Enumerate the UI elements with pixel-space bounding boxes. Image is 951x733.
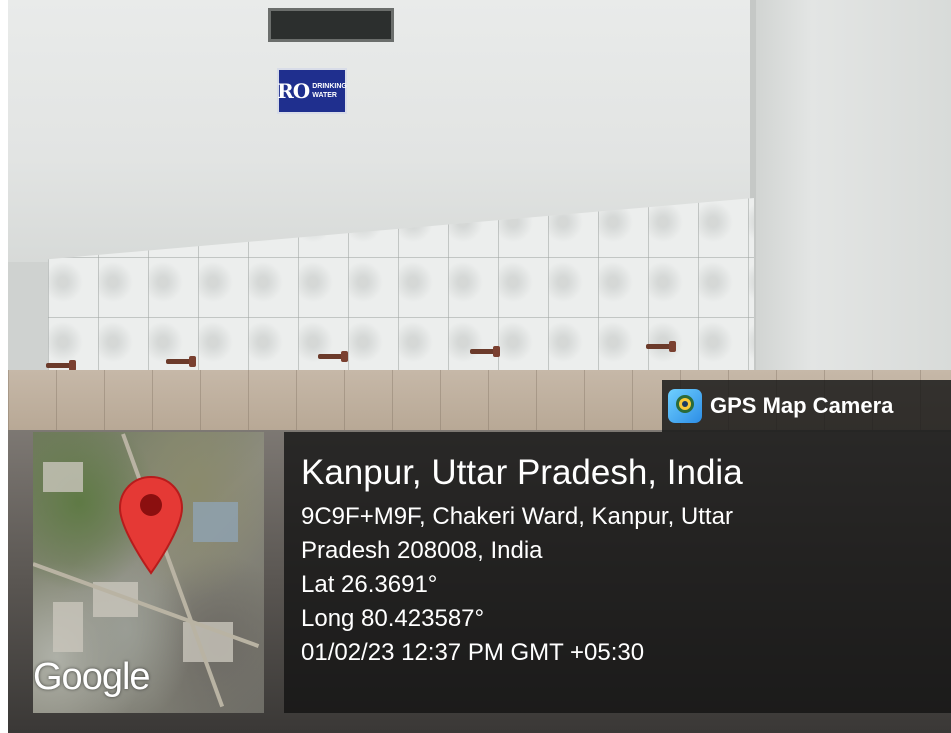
gps-map-camera-app-icon <box>668 389 702 423</box>
window-vent <box>268 8 394 42</box>
brand-label: GPS Map Camera <box>710 393 894 418</box>
sign-sub-text: DRINKING WATER <box>312 82 347 100</box>
sign-sub-line1: DRINKING <box>312 83 347 90</box>
water-tap <box>166 356 196 367</box>
ro-drinking-water-sign: RO DRINKING WATER <box>277 68 347 114</box>
location-title: Kanpur, Uttar Pradesh, India <box>301 453 743 492</box>
water-tap <box>470 346 500 357</box>
latitude-text: Lat 26.3691° <box>301 571 438 598</box>
sign-ro-text: RO <box>277 79 310 103</box>
location-info-panel: Kanpur, Uttar Pradesh, India 9C9F+M9F, C… <box>284 432 951 713</box>
map-building <box>43 462 83 492</box>
wall-shadow-left <box>8 262 50 382</box>
location-pin-icon <box>118 475 184 575</box>
longitude-text: Long 80.423587° <box>301 605 485 632</box>
timestamp-text: 01/02/23 12:37 PM GMT +05:30 <box>301 639 645 666</box>
address-line-2: Pradesh 208008, India <box>301 537 543 564</box>
map-building <box>193 502 238 542</box>
sign-sub-line2: WATER <box>312 92 337 99</box>
water-tap <box>46 360 76 371</box>
google-watermark: Google <box>33 656 151 698</box>
gps-map-camera-badge: GPS Map Camera <box>662 380 951 432</box>
photo-scene: RO DRINKING WATER GPS Map Camera Google … <box>0 0 951 733</box>
satellite-map-thumbnail: Google <box>33 432 264 713</box>
address-line-1: 9C9F+M9F, Chakeri Ward, Kanpur, Uttar <box>301 503 733 530</box>
map-building <box>53 602 83 652</box>
water-tap <box>318 351 348 362</box>
water-tap <box>646 341 676 352</box>
